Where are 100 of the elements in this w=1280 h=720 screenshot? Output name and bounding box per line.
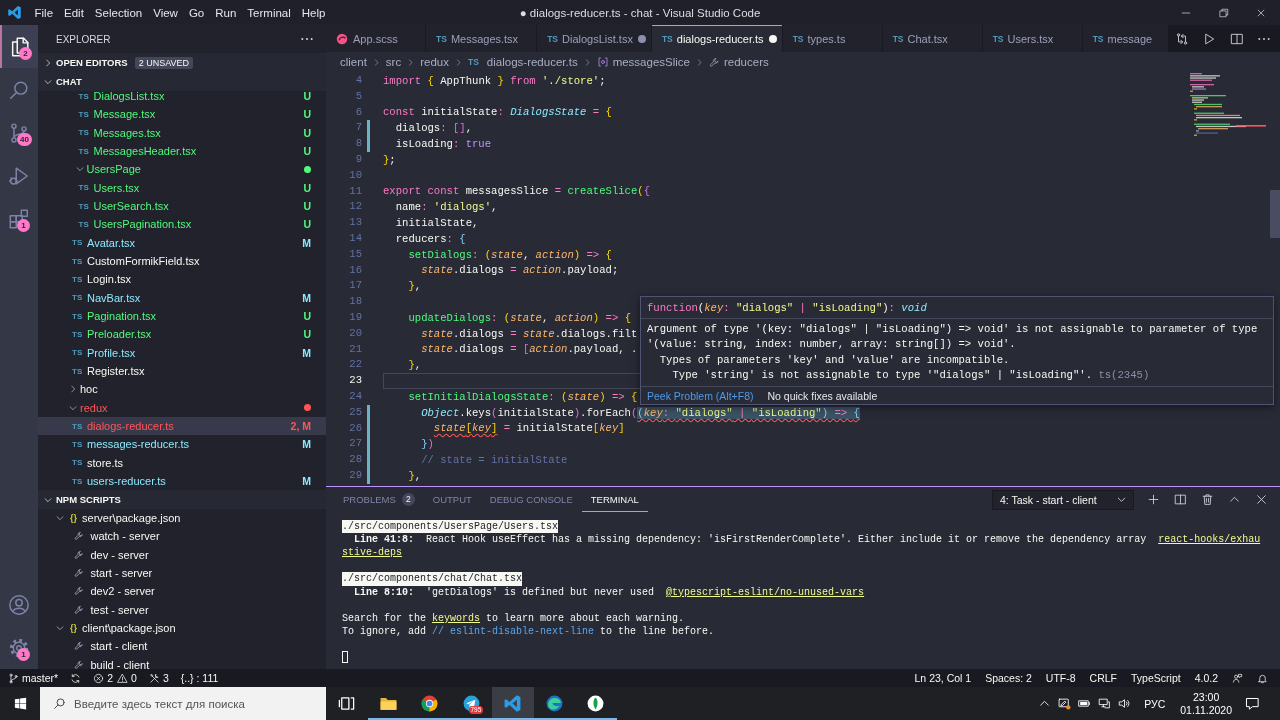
section-header[interactable]: OPEN EDITORS 2 UNSAVED: [38, 53, 326, 72]
menu-item[interactable]: Terminal: [241, 6, 297, 19]
status-text[interactable]: Ln 23, Col 1: [914, 672, 972, 684]
tree-item[interactable]: watch - server: [38, 527, 326, 546]
breadcrumb-item[interactable]: client: [340, 56, 367, 68]
extensions-button[interactable]: 1: [0, 197, 38, 240]
editor-tab[interactable]: App.scss: [326, 25, 426, 52]
explorer-button[interactable]: 2: [0, 25, 38, 68]
menu-item[interactable]: View: [147, 6, 184, 19]
tree-item[interactable]: TS UserSearch.tsx U: [38, 196, 326, 216]
tools-icon[interactable]: [148, 672, 160, 684]
panel-tab[interactable]: PROBLEMS 2: [334, 487, 424, 512]
split-icon[interactable]: [1174, 493, 1187, 506]
branch-name[interactable]: master*: [22, 672, 59, 684]
editor-tab[interactable]: TS DialogsList.tsx: [537, 25, 652, 52]
close-icon[interactable]: [1256, 7, 1267, 18]
status-text[interactable]: 4.0.2: [1194, 672, 1218, 684]
section-header[interactable]: CHAT: [38, 72, 326, 91]
section-title[interactable]: NPM SCRIPTS: [56, 494, 121, 505]
play-icon[interactable]: [1202, 31, 1217, 46]
editor-tab[interactable]: TS Chat.tsx: [882, 25, 983, 52]
tree-item[interactable]: TS CustomFormikField.tsx: [38, 251, 326, 271]
panel-tab[interactable]: OUTPUT: [423, 487, 481, 512]
error-icon[interactable]: [93, 672, 105, 684]
tree-item[interactable]: TS Profile.tsx M: [38, 343, 326, 362]
start-icon[interactable]: [12, 696, 28, 711]
tree-item[interactable]: TS UsersPagination.tsx U: [38, 215, 326, 234]
battery-icon[interactable]: [1077, 697, 1091, 710]
monitor-icon[interactable]: [1097, 697, 1111, 710]
terminal-link[interactable]: keywords: [432, 612, 481, 624]
tree-item[interactable]: TS Message.tsx U: [38, 105, 326, 124]
tree-item[interactable]: TS users-reducer.ts M: [38, 471, 326, 490]
error-count[interactable]: 2: [107, 672, 114, 684]
terminal-link[interactable]: stive-deps: [342, 545, 402, 560]
breadcrumb-item[interactable]: messagesSlice: [596, 56, 690, 68]
editor-tab[interactable]: TS types.ts: [782, 25, 883, 52]
warning-count[interactable]: 0: [131, 672, 137, 684]
menu-item[interactable]: Edit: [58, 6, 90, 19]
tree-item[interactable]: {} client\package.json: [38, 618, 326, 638]
status-text[interactable]: {..} : 111: [180, 672, 219, 684]
plus-icon[interactable]: [1147, 493, 1160, 506]
section-title[interactable]: CHAT: [56, 76, 82, 87]
language-indicator[interactable]: РУС: [1134, 697, 1175, 710]
panel-tab[interactable]: TERMINAL: [581, 487, 648, 512]
tree-item[interactable]: TS DialogsList.tsx U: [38, 91, 326, 106]
tree-item[interactable]: TS Messages.tsx U: [38, 123, 326, 142]
menu-item[interactable]: Go: [183, 6, 210, 19]
breadcrumb-item[interactable]: TS dialogs-reducer.ts: [468, 56, 578, 68]
speaker-icon[interactable]: [1117, 697, 1131, 710]
status-text[interactable]: UTF-8: [1045, 672, 1076, 684]
breadcrumb-item[interactable]: redux: [420, 56, 449, 68]
branch-icon[interactable]: [8, 672, 19, 684]
compare-icon[interactable]: [1174, 31, 1189, 46]
status-text[interactable]: TypeScript: [1131, 672, 1181, 684]
tree-item[interactable]: TS messages-reducer.ts M: [38, 435, 326, 454]
section-header[interactable]: NPM SCRIPTS: [38, 490, 326, 509]
bell-icon[interactable]: [1257, 672, 1268, 684]
pen-tablet-icon[interactable]: [1057, 697, 1071, 710]
breadcrumb-item[interactable]: reducers: [709, 56, 769, 68]
terminal-dropdown[interactable]: 4: Task - start - client: [992, 489, 1134, 510]
tree-item[interactable]: redux: [38, 398, 326, 417]
clock-time[interactable]: 23:00: [1192, 690, 1220, 704]
tree-item[interactable]: start - server: [38, 564, 326, 583]
terminal-link[interactable]: @typescript-eslint/no-unused-vars: [666, 586, 865, 598]
menu-item[interactable]: File: [29, 6, 59, 19]
tree-item[interactable]: TS Preloader.tsx U: [38, 325, 326, 344]
editor-tab[interactable]: TS Messages.tsx: [426, 25, 538, 52]
close-icon[interactable]: [1255, 493, 1268, 506]
sync-icon[interactable]: [70, 672, 82, 684]
scrollbar-thumb[interactable]: [1270, 190, 1280, 238]
tree-item[interactable]: TS MessagesHeader.tsx U: [38, 142, 326, 161]
source-control-button[interactable]: 40: [0, 111, 38, 154]
tree-item[interactable]: TS Login.tsx: [38, 270, 326, 289]
tree-item[interactable]: dev2 - server: [38, 582, 326, 601]
tree-item[interactable]: UsersPage: [38, 160, 326, 179]
restore-icon[interactable]: [1218, 7, 1229, 18]
tree-item[interactable]: hoc: [38, 380, 326, 399]
menu-item[interactable]: Run: [209, 6, 242, 19]
task-count[interactable]: 3: [162, 672, 169, 684]
status-text[interactable]: Spaces: 2: [985, 672, 1032, 684]
breadcrumb-item[interactable]: src: [385, 56, 402, 68]
editor-tab[interactable]: TS message: [1082, 25, 1168, 52]
menu-item[interactable]: Selection: [89, 6, 148, 19]
tree-item[interactable]: dev - server: [38, 545, 326, 564]
tree-item[interactable]: TS store.ts: [38, 453, 326, 472]
tree-item[interactable]: {} server\package.json: [38, 509, 326, 528]
tree-item[interactable]: TS Users.tsx U: [38, 178, 326, 197]
clock-date[interactable]: 01.11.2020: [1180, 703, 1232, 717]
tree-item[interactable]: build - client: [38, 655, 326, 669]
trash-icon[interactable]: [1201, 493, 1214, 506]
editor-tab[interactable]: TS Users.tsx: [982, 25, 1083, 52]
tree-item[interactable]: TS Pagination.tsx U: [38, 306, 326, 326]
split-icon[interactable]: [1229, 31, 1244, 46]
status-text[interactable]: CRLF: [1089, 672, 1118, 684]
settings-button[interactable]: 1: [0, 626, 38, 669]
menu-item[interactable]: Help: [296, 6, 331, 19]
panel-tab[interactable]: DEBUG CONSOLE: [480, 487, 582, 512]
tree-item[interactable]: TS dialogs-reducer.ts 2, M: [38, 416, 326, 436]
person-bubble-icon[interactable]: [1232, 672, 1243, 684]
tree-item[interactable]: start - client: [38, 637, 326, 656]
